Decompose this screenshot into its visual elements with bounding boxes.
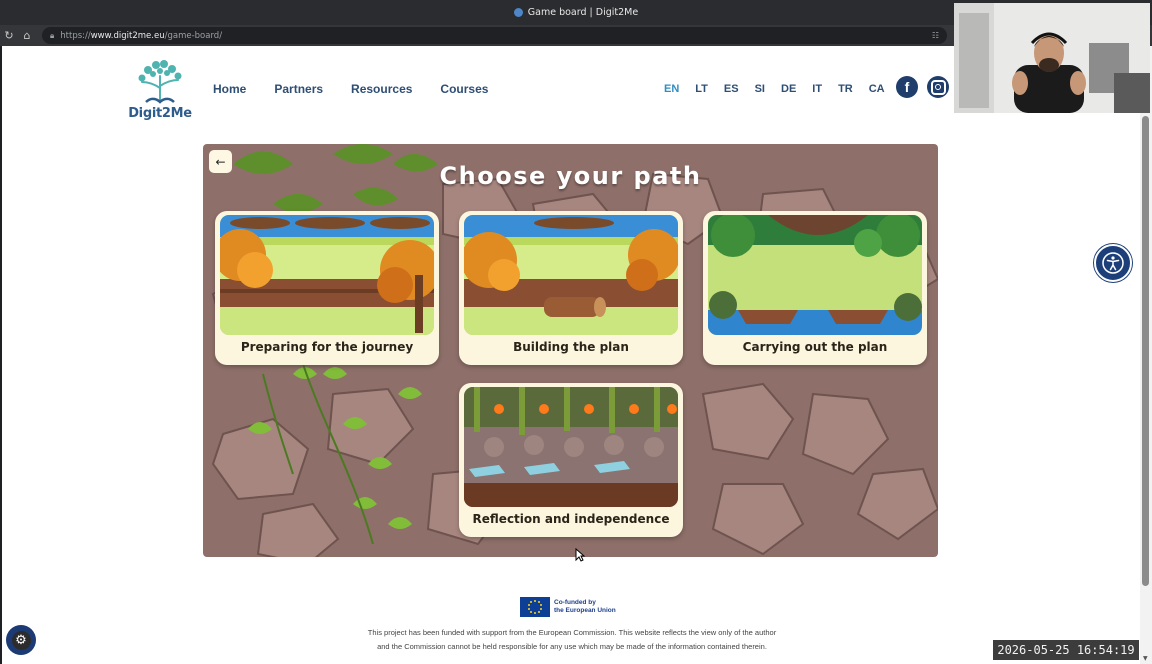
gear-icon: ⚙ [11,630,31,650]
lang-it[interactable]: IT [812,83,822,95]
url-input[interactable]: 🔒︎ https://www.digit2me.eu/game-board/ ☷ [42,27,947,44]
cave-torches-scene-image [464,387,678,507]
url-path: /game-board/ [164,30,223,41]
accessibility-button[interactable] [1094,244,1132,282]
scroll-down-icon[interactable]: ▼ [1143,655,1148,662]
instagram-icon[interactable] [927,76,949,98]
lock-icon: 🔒︎ [50,30,55,40]
board-title: Choose your path [439,162,702,190]
main-nav: Home Partners Resources Courses [213,82,488,96]
digit2me-logo[interactable]: Digit2Me [128,58,192,126]
path-label: Building the plan [513,340,629,354]
eu-cofunded-logo: Co-funded by the European Union [520,597,616,617]
path-card-building[interactable]: Building the plan [459,211,683,365]
page-scrollbar[interactable]: ▼ [1140,46,1152,664]
path-card-preparing[interactable]: Preparing for the journey [215,211,439,365]
path-label: Preparing for the journey [240,340,414,354]
home-icon[interactable]: ⌂ [18,29,36,42]
url-prefix: https:// [60,30,91,41]
nav-courses[interactable]: Courses [440,82,488,96]
autumn-log-scene-image [220,215,434,335]
path-card-reflection[interactable]: Reflection and independence [459,383,683,537]
lang-si[interactable]: SI [755,83,765,95]
path-card-carrying-out[interactable]: Carrying out the plan [703,211,927,365]
logo-text: Digit2Me [128,106,192,121]
funding-disclaimer: This project has been funded with suppor… [332,626,812,654]
facebook-letter: f [904,79,910,95]
translate-icon[interactable]: ☷ [932,31,939,40]
lang-tr[interactable]: TR [838,83,853,95]
lang-es[interactable]: ES [724,83,739,95]
disclaimer-line-2: and the Commission cannot be held respon… [377,642,767,651]
recording-timestamp: 2026-05-25 16:54:19 [993,640,1139,660]
web-page: Digit2Me Home Partners Resources Courses… [2,46,1140,664]
tab-title: Game board | Digit2Me [527,7,639,18]
nav-home[interactable]: Home [213,82,246,96]
river-boats-scene-image [708,215,922,335]
url-host: www.digit2me.eu [90,30,165,41]
reload-icon[interactable]: ↻ [0,29,18,42]
webcam-overlay-image [954,3,1150,113]
lang-ca[interactable]: CA [869,83,885,95]
scrollbar-thumb[interactable] [1142,116,1149,586]
nav-resources[interactable]: Resources [351,82,412,96]
tree-logo-icon [138,60,182,104]
language-switcher: EN LT ES SI DE IT TR CA [664,83,885,95]
disclaimer-line-1: This project has been funded with suppor… [367,628,777,637]
accessibility-icon [1102,252,1124,274]
mouse-cursor-icon [575,548,585,562]
facebook-icon[interactable]: f [896,76,918,98]
game-board: ← Choose your path Preparing for the jou… [203,144,938,557]
autumn-build-scene-image [464,215,678,335]
site-favicon-icon [513,8,523,17]
lang-en[interactable]: EN [664,83,679,95]
path-label: Reflection and independence [472,512,670,526]
cookie-settings-button[interactable]: ⚙ [6,625,36,655]
eu-line-1: Co-funded by [554,599,596,606]
eu-flag-icon [520,597,550,617]
eu-line-2: the European Union [554,607,616,614]
lang-lt[interactable]: LT [695,83,708,95]
eu-text: Co-funded by the European Union [554,599,616,615]
nav-partners[interactable]: Partners [274,82,323,96]
lang-de[interactable]: DE [781,83,796,95]
path-label: Carrying out the plan [742,340,888,354]
